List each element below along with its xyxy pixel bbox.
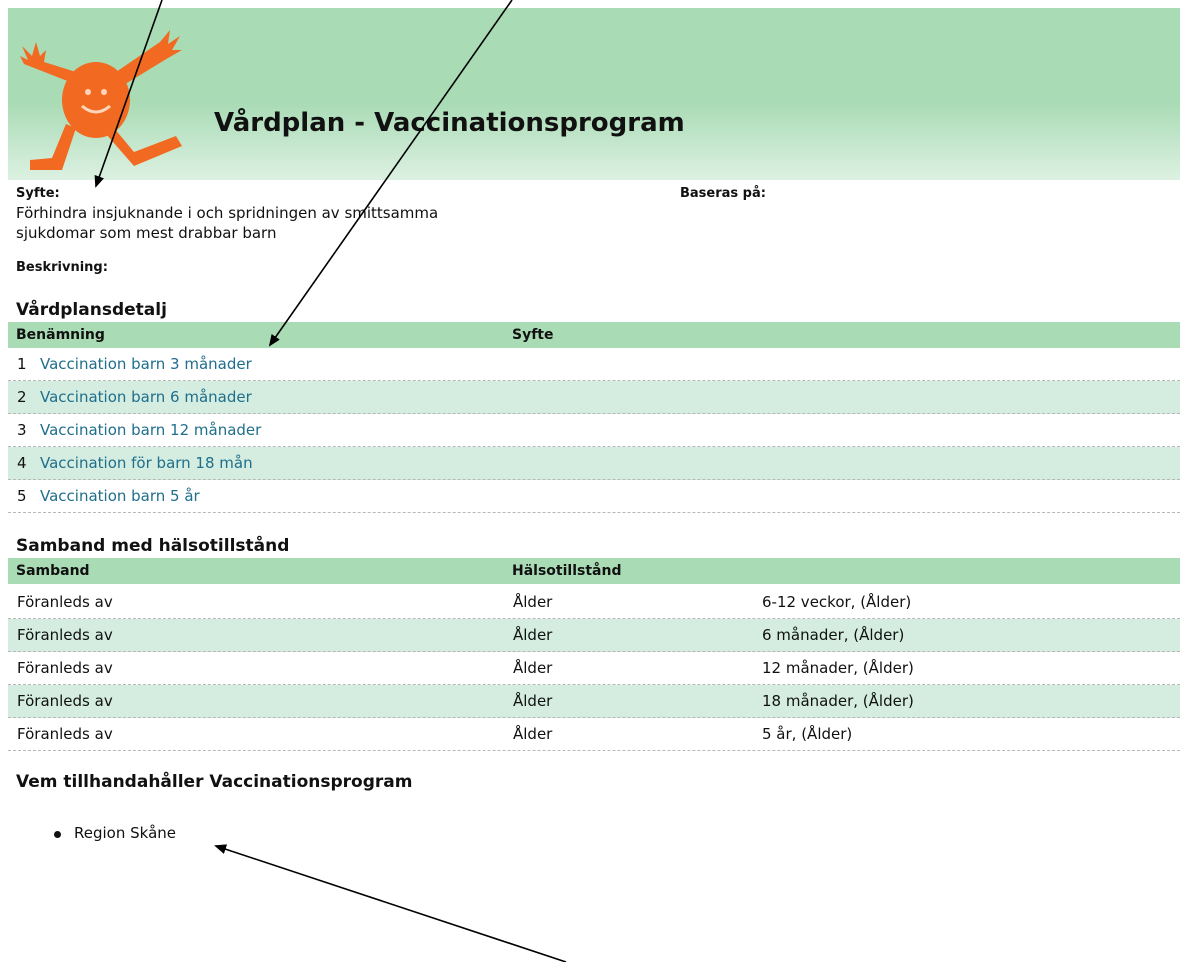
samband-section-title: Samband med hälsotillstånd xyxy=(16,536,290,556)
row-number: 3 xyxy=(17,421,27,439)
vaccination-link[interactable]: Vaccination barn 3 månader xyxy=(40,355,252,373)
arrow-to-region-skane xyxy=(214,844,567,962)
detail-row: 4 Vaccination för barn 18 mån xyxy=(8,447,1180,480)
samband-row: Föranleds av Ålder 6-12 veckor, (Ålder) xyxy=(8,586,1180,619)
relation-cell: Föranleds av xyxy=(17,593,113,611)
vaccination-link[interactable]: Vaccination barn 6 månader xyxy=(40,388,252,406)
row-number: 1 xyxy=(17,355,27,373)
vaccination-link[interactable]: Vaccination barn 5 år xyxy=(40,487,200,505)
page-title: Vårdplan - Vaccinationsprogram xyxy=(214,108,685,138)
detail-table-header: Benämning Syfte xyxy=(8,322,1180,348)
page-header: Vårdplan - Vaccinationsprogram xyxy=(8,8,1180,180)
detail-row: 2 Vaccination barn 6 månader xyxy=(8,381,1180,414)
vaccination-link[interactable]: Vaccination för barn 18 mån xyxy=(40,454,253,472)
vaccination-link[interactable]: Vaccination barn 12 månader xyxy=(40,421,261,439)
detail-row: 1 Vaccination barn 3 månader xyxy=(8,348,1180,381)
relation-cell: Föranleds av xyxy=(17,626,113,644)
syfte-text-line2: sjukdomar som mest drabbar barn xyxy=(16,224,277,242)
value-cell: 18 månader, (Ålder) xyxy=(762,692,914,710)
beskrivning-label: Beskrivning: xyxy=(16,260,108,275)
providers-list: Region Skåne xyxy=(54,824,176,842)
detail-row: 3 Vaccination barn 12 månader xyxy=(8,414,1180,447)
samband-row: Föranleds av Ålder 6 månader, (Ålder) xyxy=(8,619,1180,652)
condition-cell: Ålder xyxy=(513,692,553,710)
header-syfte: Syfte xyxy=(512,327,554,343)
samband-table-header: Samband Hälsotillstånd xyxy=(8,558,1180,584)
condition-cell: Ålder xyxy=(513,725,553,743)
orange-cheering-figure-logo xyxy=(20,30,182,170)
value-cell: 12 månader, (Ålder) xyxy=(762,659,914,677)
providers-section-title: Vem tillhandahåller Vaccinationsprogram xyxy=(16,772,413,792)
relation-cell: Föranleds av xyxy=(17,725,113,743)
samband-row: Föranleds av Ålder 12 månader, (Ålder) xyxy=(8,652,1180,685)
condition-cell: Ålder xyxy=(513,593,553,611)
row-number: 2 xyxy=(17,388,27,406)
value-cell: 6 månader, (Ålder) xyxy=(762,626,905,644)
condition-cell: Ålder xyxy=(513,659,553,677)
value-cell: 6-12 veckor, (Ålder) xyxy=(762,593,912,611)
header-benamning: Benämning xyxy=(16,327,105,343)
header-halsotillstand: Hälsotillstånd xyxy=(512,563,622,579)
syfte-text-line1: Förhindra insjuknande i och spridningen … xyxy=(16,204,439,222)
header-samband: Samband xyxy=(16,563,90,579)
relation-cell: Föranleds av xyxy=(17,692,113,710)
samband-row: Föranleds av Ålder 18 månader, (Ålder) xyxy=(8,685,1180,718)
detail-section-title: Vårdplansdetalj xyxy=(16,300,167,320)
baseras-label: Baseras på: xyxy=(680,186,766,201)
row-number: 4 xyxy=(17,454,27,472)
samband-row: Föranleds av Ålder 5 år, (Ålder) xyxy=(8,718,1180,751)
detail-row: 5 Vaccination barn 5 år xyxy=(8,480,1180,513)
value-cell: 5 år, (Ålder) xyxy=(762,725,853,743)
provider-item: Region Skåne xyxy=(54,824,176,842)
row-number: 5 xyxy=(17,487,27,505)
syfte-label: Syfte: xyxy=(16,186,60,201)
condition-cell: Ålder xyxy=(513,626,553,644)
relation-cell: Föranleds av xyxy=(17,659,113,677)
